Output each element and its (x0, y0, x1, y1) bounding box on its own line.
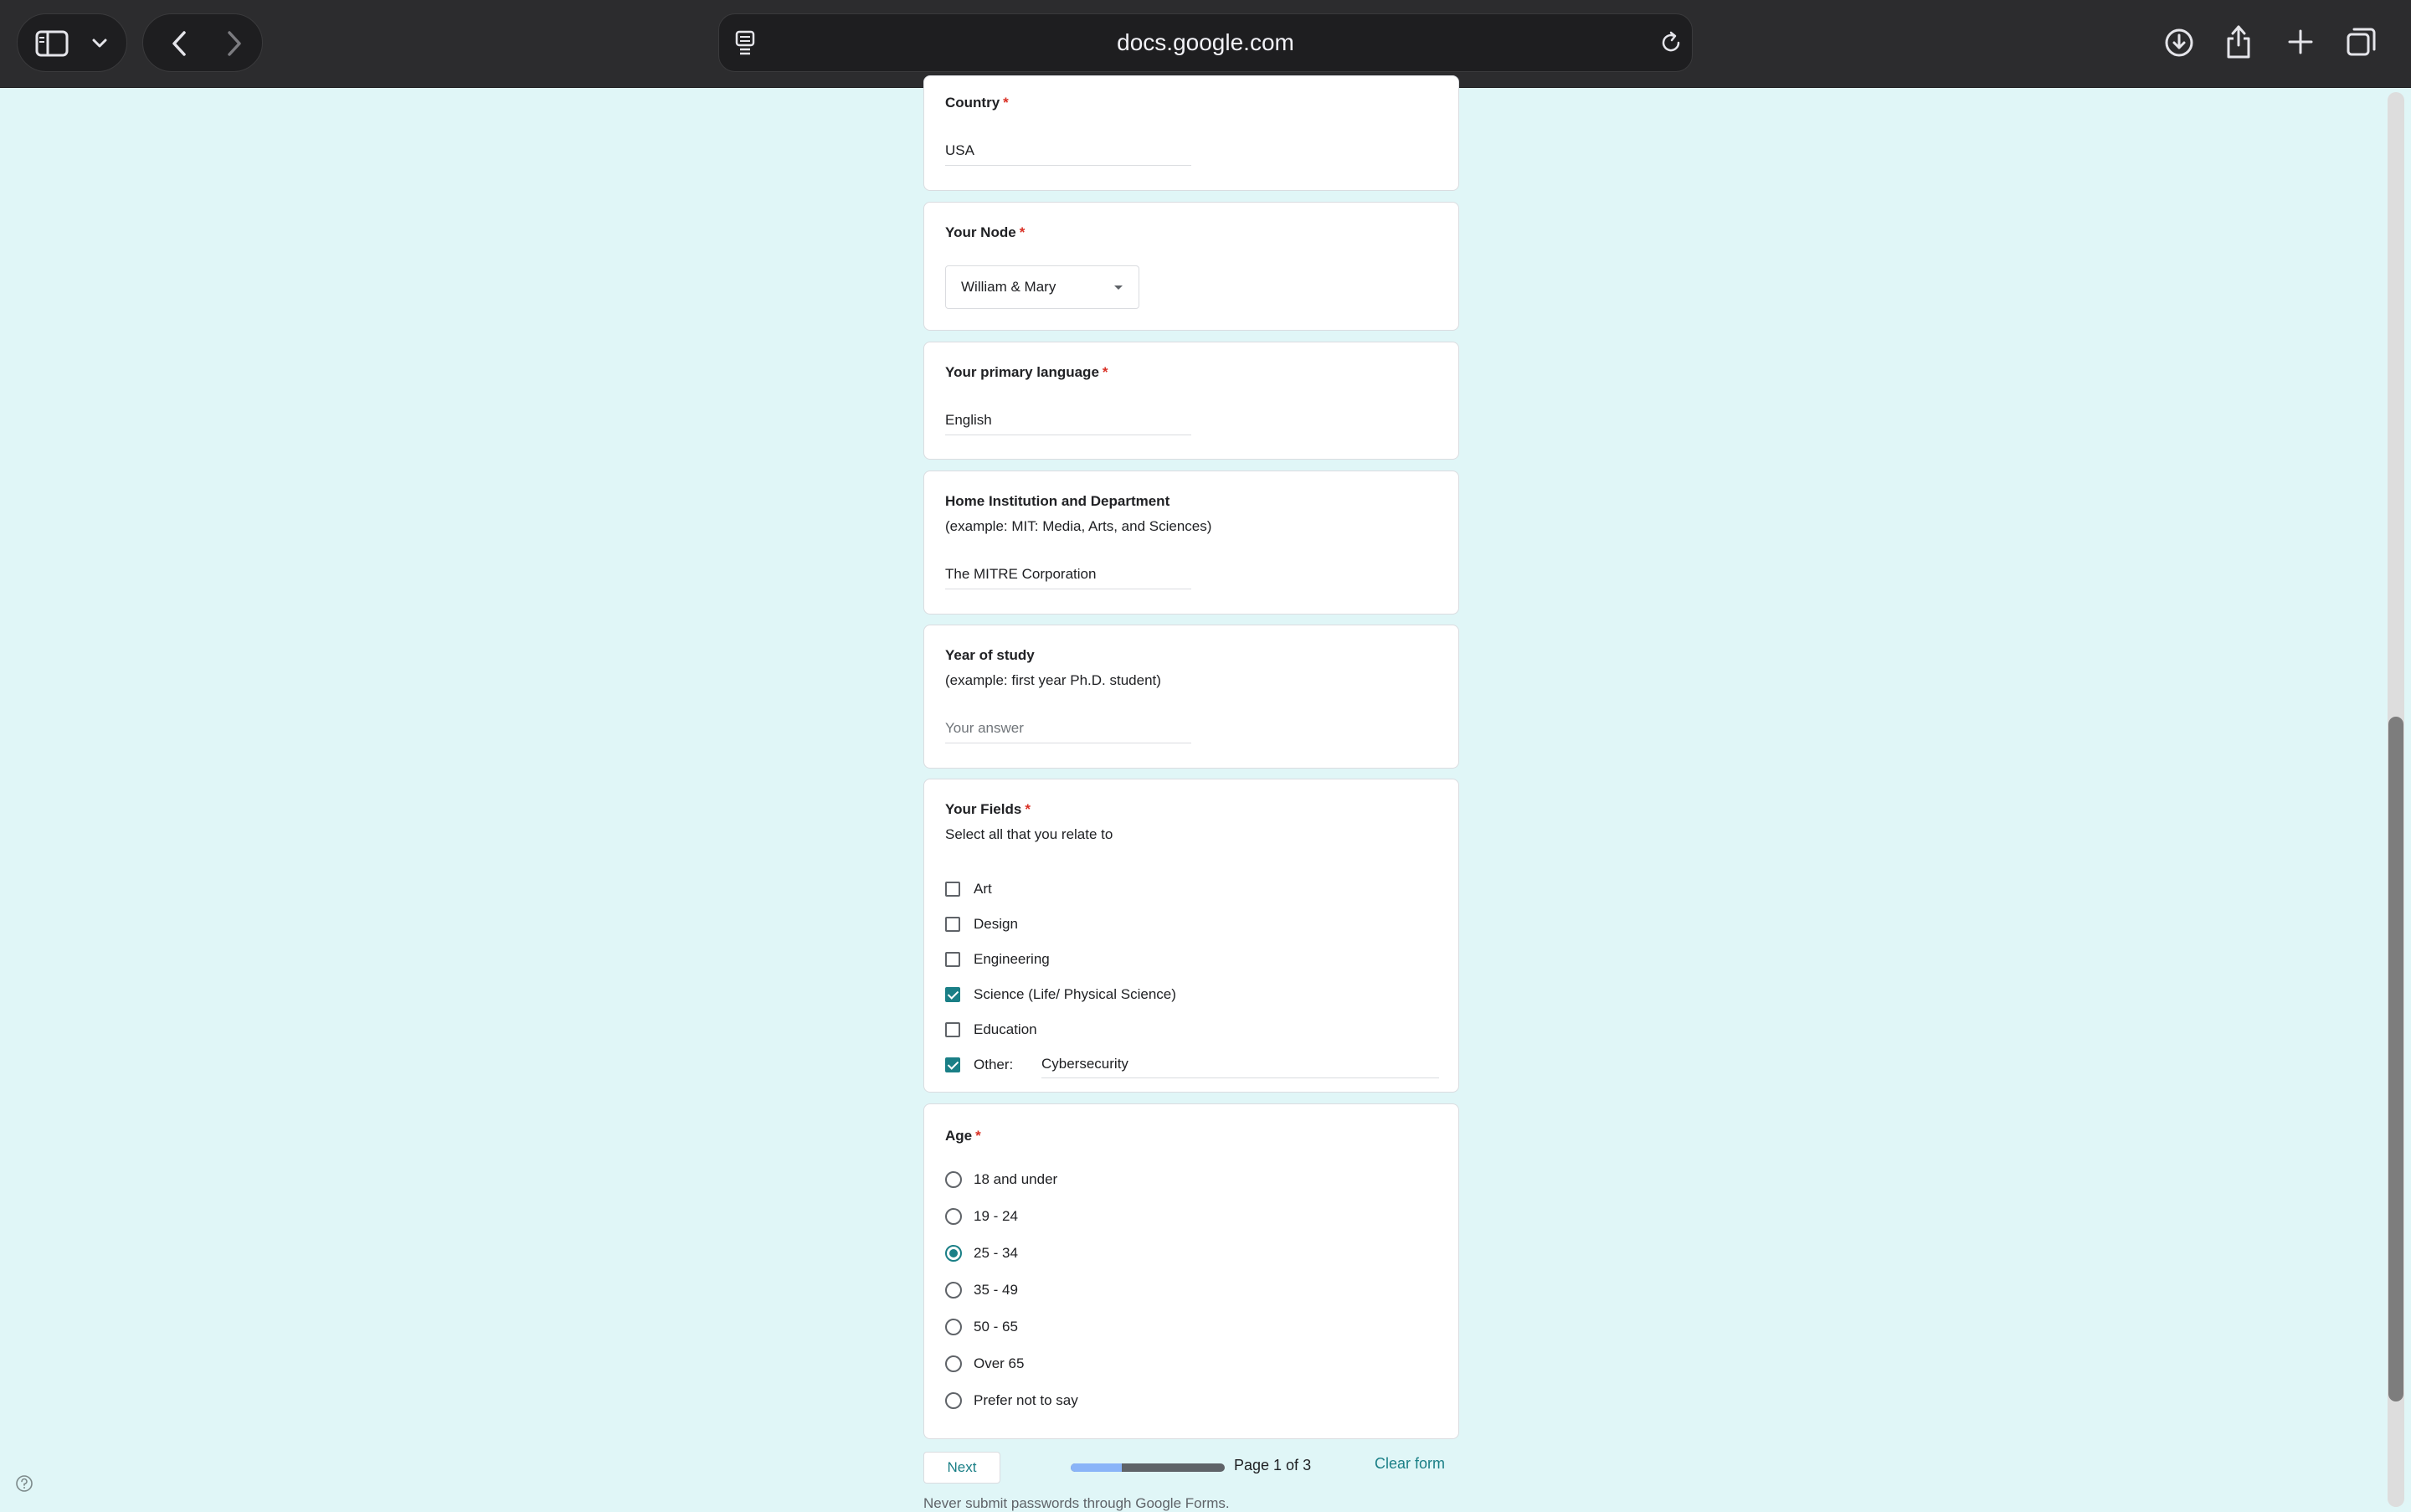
checkbox[interactable] (945, 882, 960, 897)
age-question-card: Age * 18 and under 19 - 24 25 - 34 35 - 49 50… (923, 1103, 1459, 1439)
question-description: Select all that you relate to (945, 826, 1113, 842)
age-option[interactable]: 35 - 49 (945, 1278, 1439, 1303)
field-option[interactable]: Other: Cybersecurity (945, 1052, 1439, 1078)
question-title-text: Country (945, 95, 1000, 111)
question-title-text: Your Fields (945, 801, 1022, 817)
node-dropdown-value: William & Mary (961, 279, 1056, 295)
new-tab-icon[interactable] (2286, 28, 2315, 60)
age-option-label: 50 - 65 (974, 1319, 1018, 1335)
required-asterisk: * (1019, 224, 1026, 240)
checkbox[interactable] (945, 987, 960, 1002)
required-asterisk: * (1003, 95, 1009, 111)
page-indicator: Page 1 of 3 (1234, 1457, 1312, 1473)
radio-button[interactable] (945, 1319, 962, 1335)
fields-question-card: Your Fields * Select all that you relate … (923, 779, 1459, 1093)
age-option[interactable]: 50 - 65 (945, 1314, 1439, 1340)
required-asterisk: * (1025, 801, 1031, 817)
field-option[interactable]: Art (945, 877, 1439, 902)
question-title: Home Institution and Department (945, 493, 1170, 509)
question-title: Age * (945, 1128, 981, 1144)
field-option-label: Other: (974, 1057, 1014, 1072)
checkbox[interactable] (945, 1022, 960, 1037)
field-option-label: Art (974, 881, 992, 897)
page-icon[interactable] (733, 29, 758, 60)
country-input[interactable]: USA (945, 140, 1191, 166)
field-option-label: Design (974, 916, 1018, 932)
question-title: Year of study (945, 647, 1035, 663)
clear-form-button[interactable]: Clear form (1375, 1455, 1445, 1473)
institution-input[interactable]: The MITRE Corporation (945, 563, 1191, 589)
progress-bar-fill (1071, 1463, 1123, 1472)
next-button[interactable]: Next (923, 1452, 1000, 1484)
node-dropdown[interactable]: William & Mary (945, 265, 1139, 309)
share-icon[interactable] (2223, 23, 2254, 64)
radio-button[interactable] (945, 1171, 962, 1188)
navigation-group (142, 13, 263, 72)
age-option[interactable]: 25 - 34 (945, 1241, 1439, 1266)
download-icon[interactable] (2163, 27, 2195, 63)
language-input[interactable]: English (945, 409, 1191, 435)
year-input[interactable]: Your answer (945, 717, 1191, 743)
question-title: Country * (945, 95, 1009, 111)
reload-icon[interactable] (1658, 30, 1684, 59)
checkbox[interactable] (945, 1057, 960, 1072)
year-question-card: Year of study (example: first year Ph.D.… (923, 625, 1459, 769)
question-description: (example: first year Ph.D. student) (945, 672, 1161, 688)
age-option-label: Over 65 (974, 1355, 1025, 1371)
age-option[interactable]: 18 and under (945, 1167, 1439, 1192)
other-field-input[interactable]: Cybersecurity (1041, 1052, 1439, 1078)
question-title: Your primary language * (945, 364, 1108, 381)
radio-button[interactable] (945, 1392, 962, 1409)
sidebar-icon[interactable] (31, 14, 73, 73)
field-option-label: Science (Life/ Physical Science) (974, 986, 1176, 1002)
back-icon[interactable] (158, 14, 200, 73)
age-option-label: 35 - 49 (974, 1282, 1018, 1298)
field-option[interactable]: Science (Life/ Physical Science) (945, 982, 1439, 1007)
chevron-down-icon[interactable] (85, 14, 115, 73)
field-option-label: Engineering (974, 951, 1050, 967)
radio-button[interactable] (945, 1245, 962, 1262)
question-description: (example: MIT: Media, Arts, and Sciences… (945, 518, 1212, 534)
dropdown-caret-icon (1114, 285, 1123, 290)
radio-button[interactable] (945, 1282, 962, 1299)
checkbox[interactable] (945, 952, 960, 967)
language-question-card: Your primary language * English (923, 342, 1459, 460)
progress-bar (1071, 1463, 1225, 1472)
question-title-text: Your primary language (945, 364, 1099, 380)
field-option[interactable]: Engineering (945, 947, 1439, 972)
checkbox[interactable] (945, 917, 960, 932)
help-icon[interactable] (15, 1474, 33, 1497)
required-asterisk: * (1102, 364, 1108, 380)
tabs-overview-icon[interactable] (2345, 25, 2378, 63)
required-asterisk: * (975, 1128, 981, 1144)
field-option[interactable]: Education (945, 1017, 1439, 1042)
age-option[interactable]: 19 - 24 (945, 1204, 1439, 1229)
url-text: docs.google.com (1117, 29, 1294, 55)
field-option[interactable]: Design (945, 912, 1439, 937)
institution-question-card: Home Institution and Department (example… (923, 471, 1459, 615)
age-option-label: Prefer not to say (974, 1392, 1078, 1408)
field-option-label: Education (974, 1021, 1037, 1037)
age-option[interactable]: Over 65 (945, 1351, 1439, 1376)
question-title: Your Node * (945, 224, 1025, 241)
sidebar-control-group (17, 13, 127, 72)
radio-button[interactable] (945, 1355, 962, 1372)
scrollbar-thumb[interactable] (2388, 717, 2403, 1401)
address-bar[interactable]: docs.google.com (718, 13, 1693, 72)
age-option-label: 25 - 34 (974, 1245, 1018, 1261)
password-warning: Never submit passwords through Google Fo… (923, 1495, 1230, 1511)
age-option-label: 19 - 24 (974, 1208, 1018, 1224)
country-question-card: Country * USA (923, 75, 1459, 191)
forward-icon[interactable] (213, 14, 255, 73)
radio-button[interactable] (945, 1208, 962, 1225)
question-title: Your Fields * (945, 801, 1031, 818)
node-question-card: Your Node * William & Mary (923, 202, 1459, 331)
question-title-text: Age (945, 1128, 973, 1144)
age-option[interactable]: Prefer not to say (945, 1388, 1439, 1413)
question-title-text: Your Node (945, 224, 1016, 240)
age-option-label: 18 and under (974, 1171, 1058, 1187)
